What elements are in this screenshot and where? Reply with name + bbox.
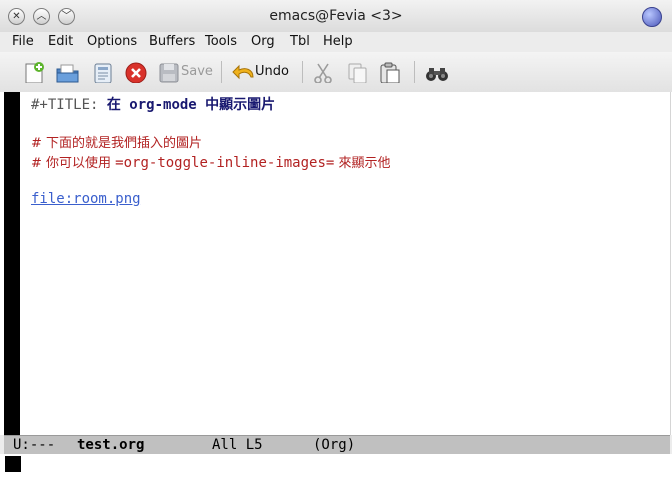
mode-line: U:--- test.org All L5 (Org) [4,435,670,455]
toolbar-separator [414,61,415,83]
undo-arrow-icon[interactable] [231,61,257,83]
window-title: emacs@Fevia <3> [269,8,403,24]
title-text: org-mode [129,97,197,113]
title-text-cjk: 中顯示圖片 [196,97,276,113]
cut-scissors-icon[interactable] [311,61,335,83]
save-disk-icon[interactable] [158,61,180,83]
emacs-window: ✕ ︿ ﹀ emacs@Fevia <3> File Edit Options … [0,0,672,480]
minibuffer[interactable] [0,454,672,480]
toolbar-separator [221,61,222,83]
menu-help[interactable]: Help [323,34,353,49]
emacs-app-icon [642,7,662,27]
toolbar-separator [302,61,303,83]
org-title-line[interactable]: #+TITLE: 在 org-mode 中顯示圖片 [31,94,275,114]
comment-line[interactable]: # 下面的就是我們插入的圖片 [31,132,202,151]
modeline-buffer-name[interactable]: test.org [77,437,144,453]
paste-clipboard-icon[interactable] [378,61,402,83]
title-bar: ✕ ︿ ﹀ emacs@Fevia <3> [0,0,672,33]
menu-options[interactable]: Options [87,34,137,49]
modeline-major-mode[interactable]: (Org) [313,437,355,453]
title-keyword: #+TITLE: [31,97,107,113]
minibuffer-cursor [5,456,21,472]
tool-bar: Save Undo [0,52,672,93]
modeline-position: All L5 [212,437,263,453]
comment-prefix: # 你可以使用 [31,156,116,171]
title-text-cjk: 在 [106,97,130,113]
comment-code: =org-toggle-inline-images= [115,155,335,171]
comment-suffix: 來顯示他 [334,156,391,171]
modeline-status: U:--- [13,437,56,453]
menu-edit[interactable]: Edit [48,34,73,49]
open-directory-icon[interactable] [55,61,81,83]
editor-buffer[interactable]: #+TITLE: 在 org-mode 中顯示圖片 # 下面的就是我們插入的圖片… [0,92,672,435]
right-border [670,92,671,435]
menu-bar: File Edit Options Buffers Tools Org Tbl … [0,32,672,52]
menu-tbl[interactable]: Tbl [290,34,310,49]
save-button-label[interactable]: Save [181,64,213,79]
new-file-icon[interactable] [22,61,46,83]
comment-line[interactable]: # 你可以使用 =org-toggle-inline-images= 來顯示他 [31,152,390,171]
undo-button-label[interactable]: Undo [255,64,289,79]
left-fringe [4,92,20,435]
menu-org[interactable]: Org [251,34,275,49]
open-file-icon[interactable] [91,61,115,83]
menu-tools[interactable]: Tools [205,34,237,49]
copy-icon[interactable] [346,61,370,83]
file-link[interactable]: file:room.png [31,191,141,207]
close-buffer-icon[interactable] [124,61,148,83]
menu-file[interactable]: File [12,34,34,49]
menu-buffers[interactable]: Buffers [149,34,195,49]
search-binoculars-icon[interactable] [424,61,450,83]
